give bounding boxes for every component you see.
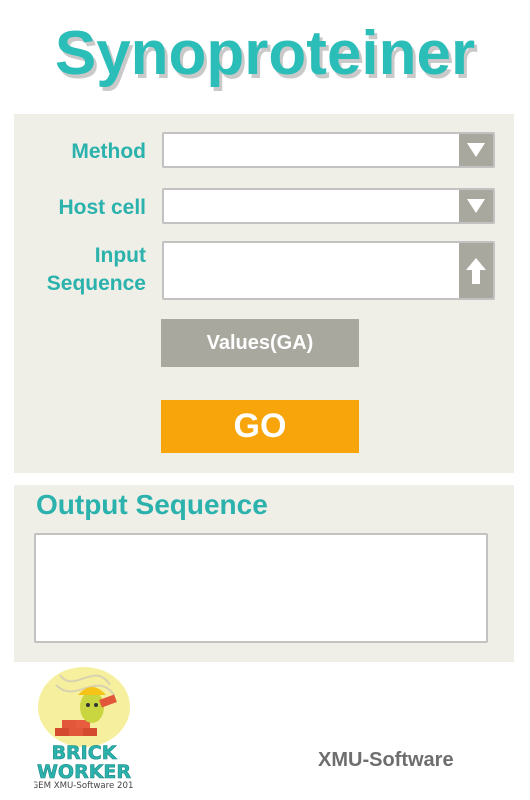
input-sequence-upload-button[interactable] (459, 243, 493, 298)
chevron-down-icon (467, 143, 485, 157)
input-sequence-label-line2: Sequence (46, 272, 146, 295)
go-button[interactable]: GO (161, 400, 359, 453)
output-sequence-field[interactable] (34, 533, 488, 643)
input-sequence-label-line1: Input (94, 244, 146, 267)
logo-text-worker: WORKER (37, 761, 131, 783)
output-sequence-label: Output Sequence (36, 489, 268, 520)
method-select[interactable] (162, 132, 495, 168)
method-label: Method (71, 140, 146, 163)
input-sequence-field[interactable] (162, 241, 495, 300)
values-ga-button[interactable]: Values(GA) (161, 319, 359, 367)
chevron-down-icon (467, 199, 485, 213)
footer-brand: XMU-Software (318, 749, 454, 771)
host-cell-dropdown-button[interactable] (459, 190, 493, 222)
output-panel: Output Sequence (14, 485, 514, 662)
arrow-up-icon (466, 257, 486, 284)
host-cell-select[interactable] (162, 188, 495, 224)
method-dropdown-button[interactable] (459, 134, 493, 166)
input-panel: Method Host cell Input Sequence Values(G… (14, 114, 514, 473)
app-title: Synoproteiner (54, 19, 476, 88)
brick-worker-logo: BRICK WORKER iGEM XMU-Software 2013 (34, 667, 134, 790)
host-cell-label: Host cell (58, 196, 146, 219)
logo-tagline: iGEM XMU-Software 2013 (34, 781, 134, 790)
